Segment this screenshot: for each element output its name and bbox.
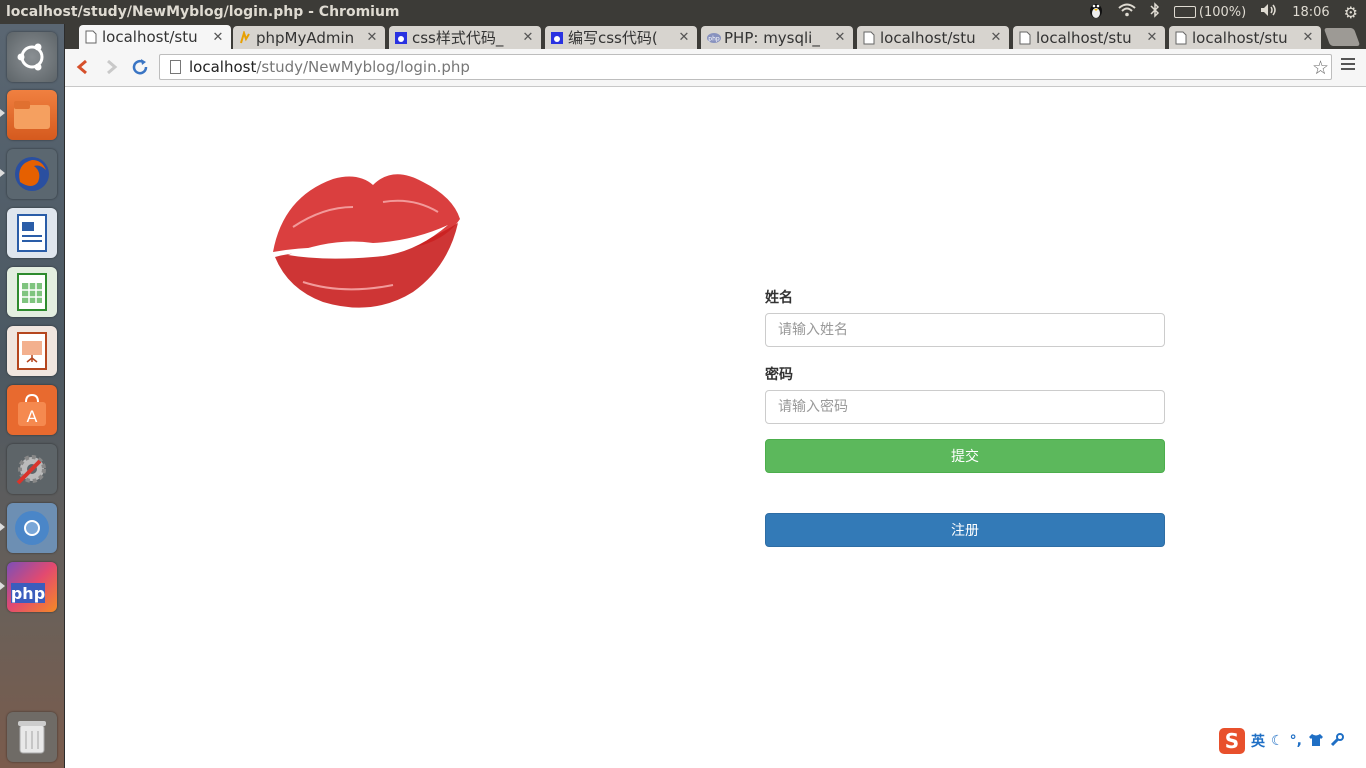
sogou-logo-icon[interactable]: S	[1219, 728, 1245, 754]
tab-close-icon[interactable]: ✕	[211, 30, 225, 45]
tab-close-icon[interactable]: ✕	[521, 30, 535, 45]
baidu-icon	[551, 31, 563, 45]
page-icon	[85, 30, 97, 44]
php-icon: php	[707, 31, 721, 45]
tab-label: 编写css代码(	[568, 29, 658, 47]
ubuntu-dash-icon[interactable]	[7, 32, 57, 82]
browser-toolbar: localhost/study/NewMyblog/login.php ☆	[65, 49, 1366, 87]
clock[interactable]: 18:06	[1292, 5, 1329, 20]
tab-close-icon[interactable]: ✕	[1145, 30, 1159, 45]
name-label: 姓名	[765, 290, 793, 306]
tab-label: css样式代码_	[412, 29, 504, 47]
phpstorm-icon[interactable]: php	[7, 562, 57, 612]
url-host: localhost	[189, 58, 257, 76]
lips-image	[263, 157, 463, 315]
battery-percent: (100%)	[1198, 4, 1247, 20]
bluetooth-icon[interactable]	[1150, 2, 1160, 22]
indicator-area: (100%) 18:06 ⚙	[1088, 0, 1358, 24]
tab-localhost-3[interactable]: localhost/stu ✕	[1013, 26, 1165, 49]
system-top-panel: localhost/study/NewMyblog/login.php - Ch…	[0, 0, 1366, 24]
libreoffice-calc-icon[interactable]	[7, 267, 57, 317]
tab-close-icon[interactable]: ✕	[365, 30, 379, 45]
tab-label: phpMyAdmin	[256, 28, 355, 47]
files-running-pip	[0, 109, 5, 117]
reload-icon[interactable]	[128, 55, 152, 79]
libreoffice-writer-icon[interactable]	[7, 208, 57, 258]
register-button[interactable]: 注册	[765, 513, 1165, 547]
tab-php-mysqli[interactable]: php PHP: mysqli_ ✕	[701, 26, 853, 49]
chromium-running-pip	[0, 523, 5, 531]
tab-phpmyadmin[interactable]: phpMyAdmin ✕	[233, 26, 385, 49]
login-form: 姓名 密码 提交 注册	[765, 287, 1165, 547]
tab-localhost-4[interactable]: localhost/stu ✕	[1169, 26, 1321, 49]
skin-shirt-icon[interactable]	[1308, 732, 1324, 751]
tux-icon[interactable]	[1088, 1, 1104, 23]
tab-label: localhost/stu	[1036, 28, 1132, 47]
tab-close-icon[interactable]: ✕	[677, 30, 691, 45]
new-tab-button[interactable]	[1323, 28, 1361, 46]
chrome-menu-icon[interactable]	[1341, 58, 1355, 73]
forward-icon[interactable]	[100, 55, 124, 79]
files-icon[interactable]	[7, 90, 57, 140]
tab-localhost-login[interactable]: localhost/stu ✕	[79, 25, 231, 49]
tab-write-css-code[interactable]: 编写css代码( ✕	[545, 26, 697, 49]
system-settings-icon[interactable]	[7, 444, 57, 494]
tab-label: PHP: mysqli_	[724, 28, 820, 47]
url-path: /study/NewMyblog/login.php	[256, 58, 470, 76]
page-content: 姓名 密码 提交 注册	[65, 87, 1366, 768]
firefox-running-pip	[0, 169, 5, 177]
back-icon[interactable]	[70, 55, 94, 79]
tab-close-icon[interactable]: ✕	[989, 30, 1003, 45]
pma-icon	[239, 29, 251, 45]
submit-button[interactable]: 提交	[765, 439, 1165, 473]
ime-mode[interactable]: 英	[1251, 731, 1265, 751]
tab-label: localhost/stu	[880, 28, 976, 47]
wifi-icon[interactable]	[1118, 3, 1136, 21]
baidu-icon	[395, 31, 407, 45]
tab-localhost-2[interactable]: localhost/stu ✕	[857, 26, 1009, 49]
ime-status-bar: S 英 ☾ °,	[1219, 727, 1359, 755]
page-icon	[1175, 31, 1187, 45]
page-icon	[170, 60, 181, 74]
punctuation-icon[interactable]: °,	[1290, 733, 1302, 749]
tab-label: localhost/stu	[102, 28, 198, 46]
page-icon	[863, 31, 875, 45]
page-icon	[1019, 31, 1031, 45]
address-bar[interactable]: localhost/study/NewMyblog/login.php ☆	[159, 54, 1332, 80]
tab-css-style-code[interactable]: css样式代码_ ✕	[389, 26, 541, 49]
wrench-icon[interactable]	[1330, 732, 1344, 751]
svg-text:php: php	[11, 584, 45, 603]
browser-tab-strip: localhost/stu ✕ phpMyAdmin ✕ css样式代码_ ✕ …	[65, 24, 1366, 49]
svg-text:A: A	[27, 407, 38, 426]
moon-icon[interactable]: ☾	[1271, 733, 1284, 749]
password-label: 密码	[765, 367, 793, 383]
svg-text:php: php	[708, 35, 720, 42]
tab-label: localhost/stu	[1192, 28, 1288, 47]
chromium-icon[interactable]	[7, 503, 57, 553]
trash-icon[interactable]	[7, 712, 57, 762]
volume-icon[interactable]	[1260, 3, 1278, 21]
software-center-icon[interactable]: A	[7, 385, 57, 435]
password-input[interactable]	[765, 390, 1165, 424]
libreoffice-impress-icon[interactable]	[7, 326, 57, 376]
tab-close-icon[interactable]: ✕	[833, 30, 847, 45]
bookmark-star-icon[interactable]: ☆	[1312, 57, 1329, 79]
battery-indicator[interactable]: (100%)	[1173, 4, 1247, 20]
battery-icon	[1173, 6, 1196, 18]
phpstorm-running-pip	[0, 582, 5, 590]
session-gear-icon[interactable]: ⚙	[1344, 3, 1358, 22]
window-title: localhost/study/NewMyblog/login.php - Ch…	[6, 4, 400, 20]
name-input[interactable]	[765, 313, 1165, 347]
tab-close-icon[interactable]: ✕	[1301, 30, 1315, 45]
firefox-icon[interactable]	[7, 149, 57, 199]
unity-launcher: A php	[0, 24, 65, 768]
